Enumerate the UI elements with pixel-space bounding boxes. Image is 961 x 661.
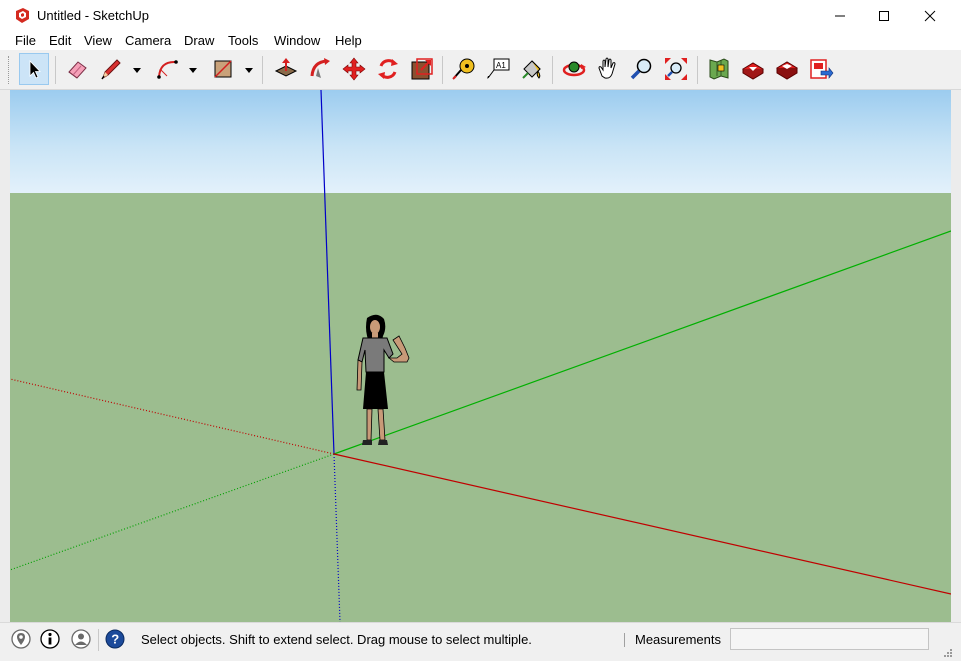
eraser-icon [68,61,87,79]
send-to-layout-button[interactable] [806,53,836,85]
move-icon [342,57,366,81]
magnifier-icon [630,58,652,80]
zoom-extents-tool[interactable] [661,53,691,85]
menu-edit[interactable]: Edit [49,32,71,49]
drawing-viewport[interactable] [10,90,951,622]
orbit-tool[interactable] [559,53,589,85]
chevron-down-icon[interactable] [132,66,142,74]
viewport-border-right [951,90,961,623]
menu-tools[interactable]: Tools [228,32,258,49]
toolbar-grip[interactable] [8,56,12,84]
layout-icon [776,61,798,80]
zoom-tool[interactable] [627,53,657,85]
resize-grip-icon[interactable] [942,647,953,658]
rectangle-icon [214,60,232,78]
tape-measure-tool[interactable] [449,53,479,85]
maximize-button[interactable] [861,0,907,31]
menu-view[interactable]: View [84,32,112,49]
user-account-icon[interactable] [71,629,91,649]
tape-measure-icon [452,58,475,80]
instructor-help-icon[interactable]: ? [105,629,125,649]
toolbar-separator [262,56,263,84]
extension-warehouse-button[interactable] [738,53,768,85]
svg-text:?: ? [111,632,119,647]
scale-tool[interactable] [407,53,437,85]
toolbar-separator [552,56,553,84]
rotate-tool[interactable] [373,53,403,85]
text-tool[interactable]: A1 [483,53,513,85]
arc-icon [157,60,178,79]
measurements-label: Measurements [635,632,721,647]
line-tool[interactable] [96,53,126,85]
minimize-icon [835,15,845,16]
menu-file[interactable]: File [15,32,36,49]
follow-me-tool[interactable] [305,53,335,85]
orbit-icon [562,61,586,77]
rectangle-tool[interactable] [208,53,238,85]
toolbar-separator [55,56,56,84]
svg-text:A1: A1 [496,61,506,70]
close-icon [924,10,936,21]
arc-tool[interactable] [152,53,182,85]
measurements-separator [624,633,625,647]
scale-figure [356,314,410,445]
rotate-icon [378,59,398,79]
viewport-border-left [0,90,10,623]
menu-bar: File Edit View Camera Draw Tools Window … [0,31,961,50]
paint-bucket-tool[interactable] [517,53,547,85]
push-pull-tool[interactable] [271,53,301,85]
green-axis-negative [10,453,335,571]
eraser-tool[interactable] [62,53,92,85]
credits-icon[interactable] [40,629,60,649]
red-axis-negative [10,378,335,455]
measurements-input[interactable] [730,628,929,650]
geo-location-icon[interactable] [11,629,31,649]
minimize-button[interactable] [817,0,863,31]
chevron-down-icon[interactable] [244,66,254,74]
hand-icon [598,57,616,79]
move-tool[interactable] [339,53,369,85]
red-axis [333,453,951,595]
green-axis [333,230,951,455]
send-to-layout-icon [810,59,834,79]
zoom-extents-icon [665,58,687,80]
toolbar-separator [442,56,443,84]
sketchup-logo-icon [16,8,29,23]
blue-axis [320,90,335,455]
menu-help[interactable]: Help [335,32,362,49]
close-button[interactable] [907,0,953,31]
arrow-cursor-icon [29,60,41,79]
layout-button[interactable] [772,53,802,85]
scale-icon [411,58,433,80]
paint-bucket-icon [522,60,541,79]
status-bar: ? Select objects. Shift to extend select… [0,622,961,661]
warehouse-icon [709,58,729,80]
getting-started-toolbar: A1 [0,50,961,90]
blue-axis-negative [333,453,341,622]
text-icon: A1 [487,58,510,79]
toolbar-separator [697,56,698,84]
axes [10,90,951,622]
extension-warehouse-icon [742,62,764,80]
pan-tool[interactable] [593,53,623,85]
pencil-icon [101,59,121,80]
push-pull-icon [274,58,298,77]
menu-window[interactable]: Window [274,32,320,49]
chevron-down-icon[interactable] [188,66,198,74]
select-tool[interactable] [19,53,49,85]
3d-warehouse-button[interactable] [704,53,734,85]
title-bar: Untitled - SketchUp [0,0,961,31]
menu-camera[interactable]: Camera [125,32,171,49]
maximize-icon [879,10,889,21]
menu-draw[interactable]: Draw [184,32,214,49]
status-message: Select objects. Shift to extend select. … [141,632,532,647]
status-separator [98,629,99,651]
window-title: Untitled - SketchUp [37,8,149,23]
follow-me-icon [310,58,330,78]
